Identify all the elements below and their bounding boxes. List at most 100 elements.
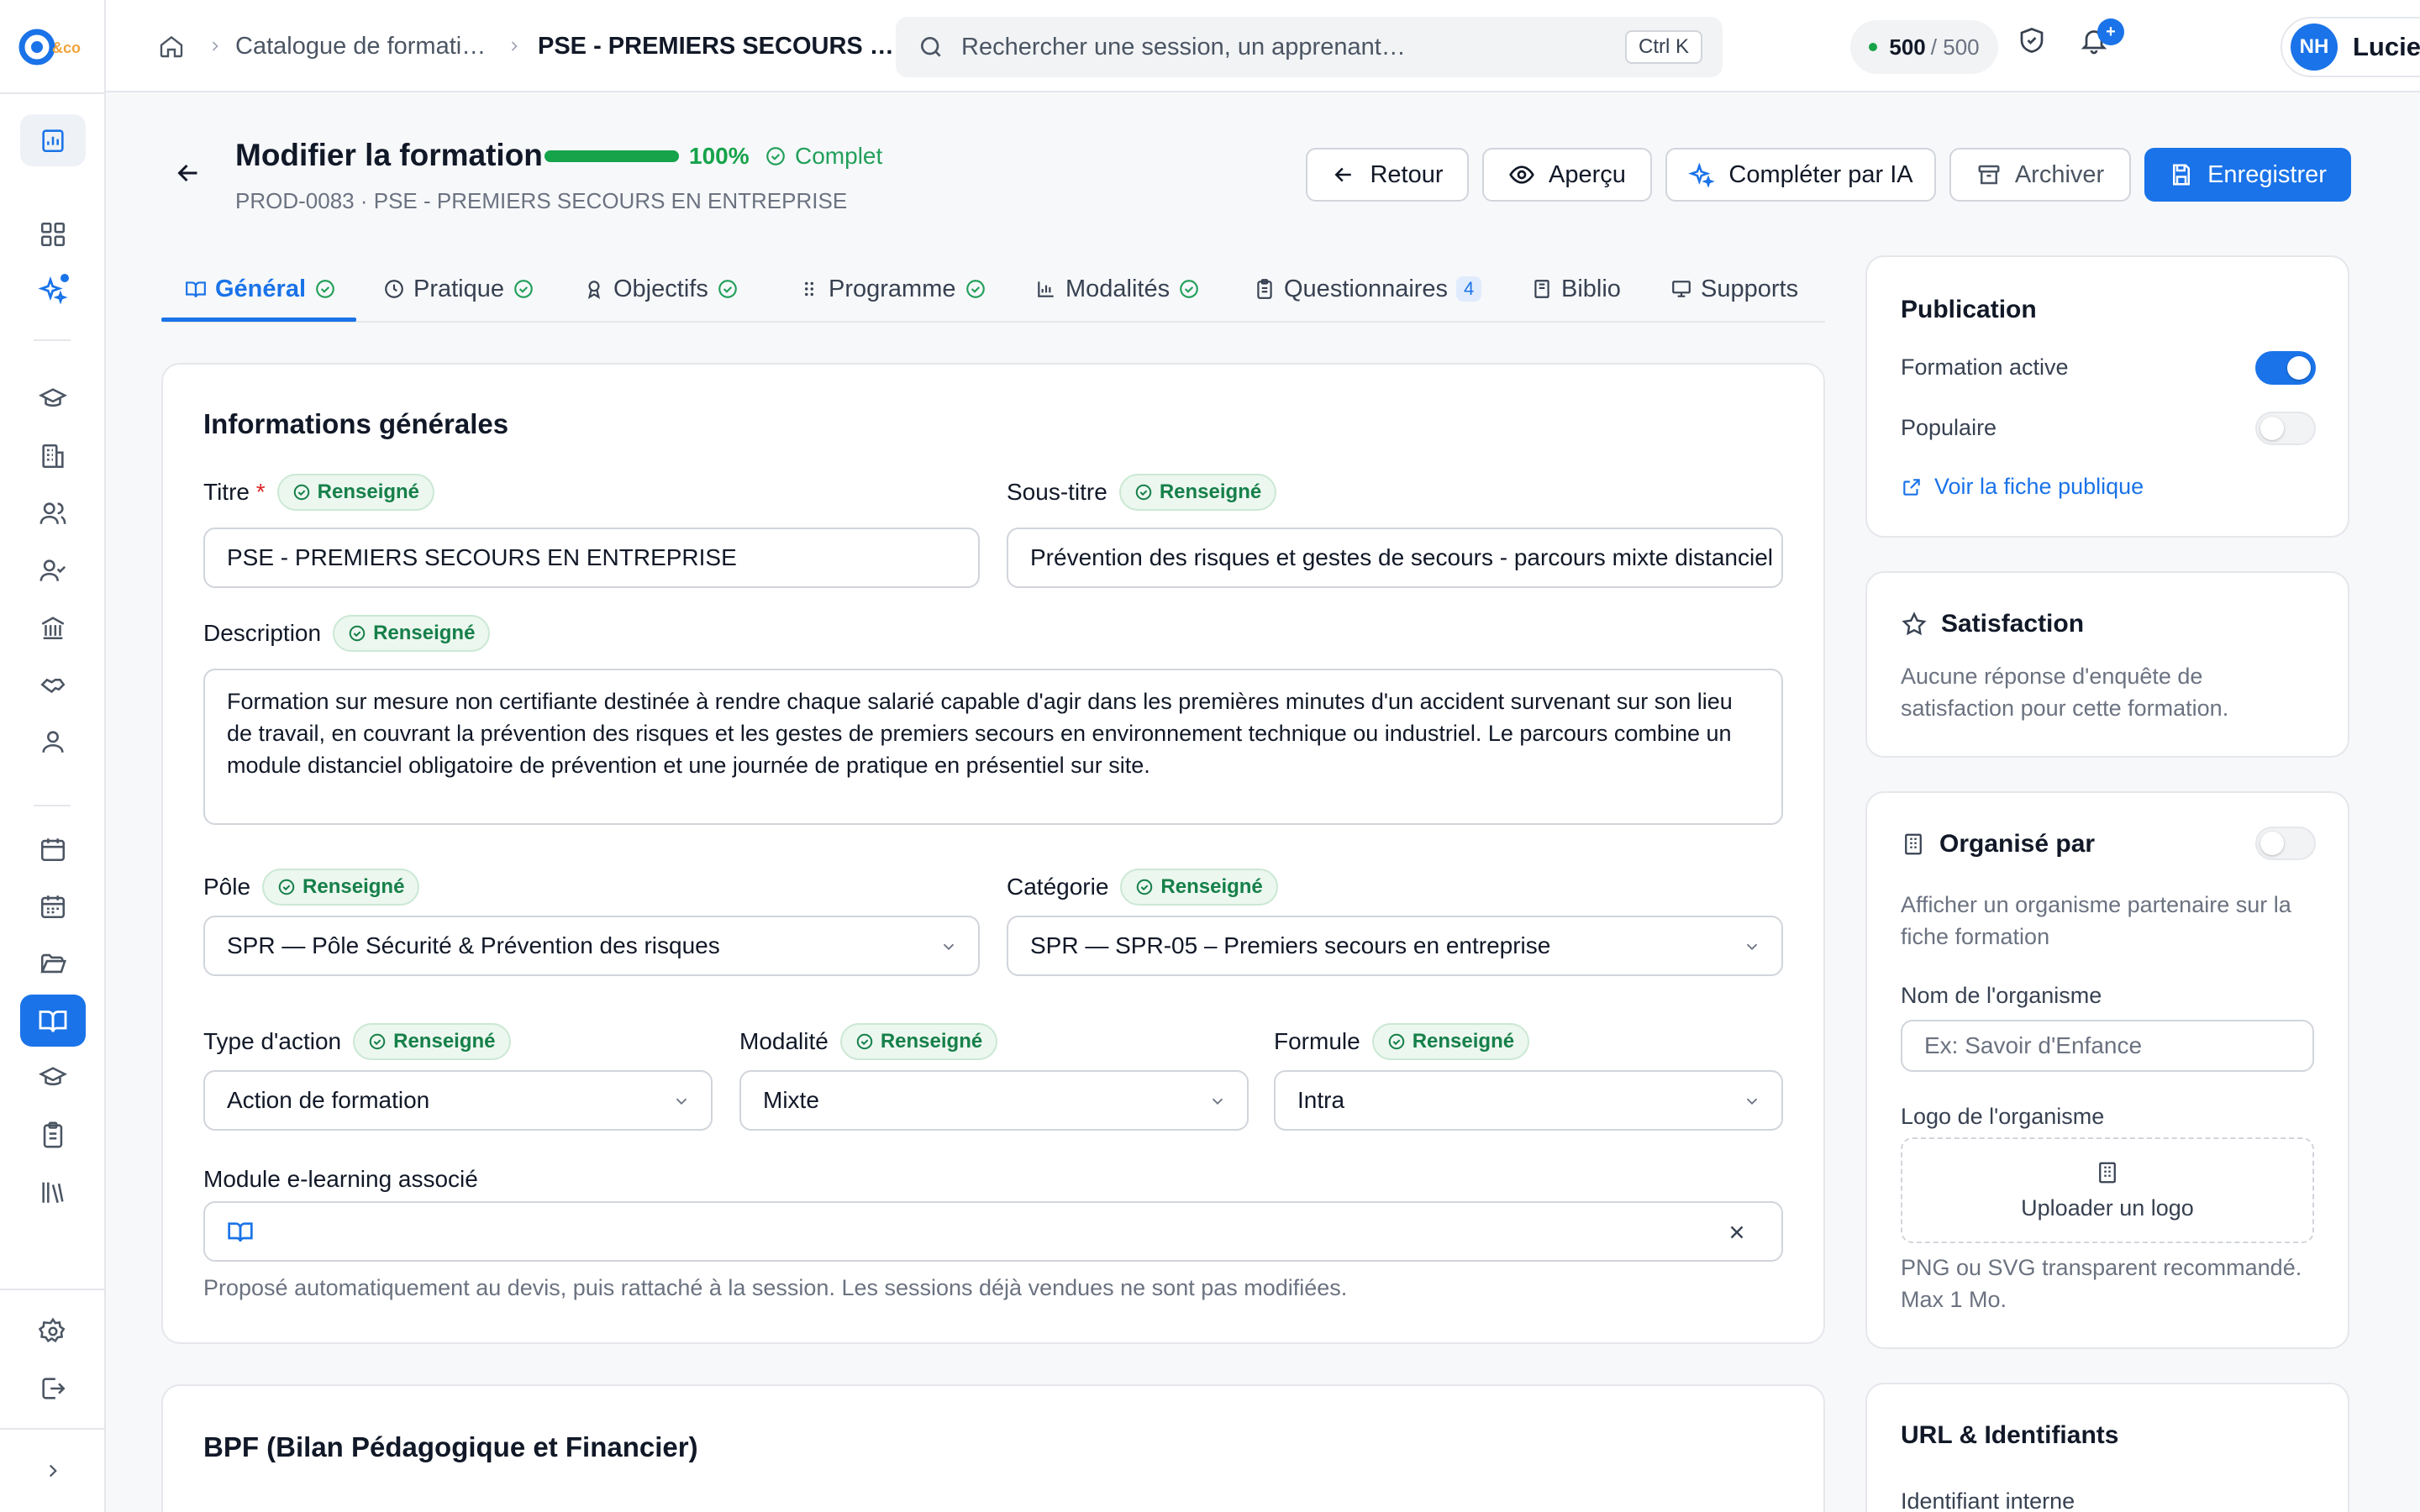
sidebar-item-planning[interactable]	[20, 823, 86, 875]
sidebar-item-settings[interactable]	[20, 1305, 86, 1357]
sidebar-item-modules[interactable]	[20, 208, 86, 260]
user-check-icon	[39, 556, 67, 585]
bpf-card: BPF (Bilan Pédagogique et Financier)	[161, 1384, 1825, 1512]
security-button[interactable]	[2017, 25, 2059, 67]
description-textarea[interactable]: Formation sur mesure non certifiante des…	[203, 669, 1783, 825]
clock-icon	[383, 278, 405, 300]
save-icon	[2169, 162, 2194, 187]
back-button[interactable]: Retour	[1306, 148, 1469, 202]
field-label: Sous-titre	[1007, 479, 1107, 505]
title-input[interactable]: PSE - PREMIERS SECOURS EN ENTREPRISE	[203, 528, 980, 588]
public-page-link-label: Voir la fiche publique	[1934, 474, 2144, 499]
sidebar-item-entreprises[interactable]	[20, 430, 86, 482]
sidebar-item-logout[interactable]	[20, 1362, 86, 1415]
chevron-down-icon	[1208, 1092, 1227, 1110]
modality-select[interactable]: Mixte	[739, 1070, 1249, 1131]
active-toggle[interactable]	[2255, 351, 2316, 385]
sidebar-item-sessions[interactable]	[20, 880, 86, 932]
sidebar-item-apprenants[interactable]	[20, 487, 86, 539]
sidebar-item-financeurs[interactable]	[20, 601, 86, 654]
action-type-select[interactable]: Action de formation	[203, 1070, 713, 1131]
pole-select-value: SPR — Pôle Sécurité & Prévention des ris…	[227, 932, 720, 958]
sidebar-item-equipe[interactable]	[20, 716, 86, 768]
elearning-select[interactable]	[203, 1201, 1783, 1262]
tab-biblio[interactable]: Biblio	[1531, 255, 1621, 323]
field-label: Pôle	[203, 874, 251, 900]
preview-button-label: Aperçu	[1549, 160, 1626, 188]
sidebar-item-formations[interactable]	[20, 373, 86, 425]
internal-id-label: Identifiant interne	[1901, 1488, 2075, 1512]
toggle-knob	[2260, 832, 2284, 855]
eye-icon	[1508, 161, 1535, 188]
check-circle-icon	[855, 1032, 874, 1051]
category-select[interactable]: SPR — SPR-05 – Premiers secours en entre…	[1007, 916, 1783, 976]
check-circle-icon	[765, 145, 786, 167]
award-icon	[583, 278, 605, 300]
pole-select[interactable]: SPR — Pôle Sécurité & Prévention des ris…	[203, 916, 980, 976]
home-button[interactable]	[158, 0, 185, 92]
search-bar[interactable]: Rechercher une session, un apprenant… Ct…	[896, 17, 1723, 77]
tab-programme[interactable]: Programme	[798, 255, 986, 323]
status-badge: Renseigné	[353, 1023, 511, 1060]
landmark-icon	[39, 613, 67, 642]
category-label: Catégorie Renseigné	[1007, 869, 1278, 906]
back-arrow-button[interactable]	[173, 158, 203, 192]
logo-hint: PNG ou SVG transparent recommandé. Max 1…	[1901, 1255, 2302, 1312]
tab-supports[interactable]: Supports	[1670, 255, 1798, 323]
formula-select[interactable]: Intra	[1274, 1070, 1783, 1131]
archive-icon	[1976, 162, 2002, 187]
breadcrumb-catalogue[interactable]: Catalogue de formati…	[235, 0, 486, 92]
save-button[interactable]: Enregistrer	[2144, 148, 2351, 202]
tab-general[interactable]: Général	[185, 255, 336, 323]
upload-label: Uploader un logo	[2021, 1194, 2194, 1221]
status-badge-label: Renseigné	[317, 480, 420, 503]
logout-icon	[39, 1374, 67, 1403]
field-label: Modalité	[739, 1028, 829, 1054]
ai-complete-button-label: Compléter par IA	[1728, 160, 1913, 188]
organised-by-toggle[interactable]	[2255, 827, 2316, 860]
clear-icon[interactable]	[1726, 1221, 1748, 1243]
notification-badge: +	[2097, 18, 2124, 45]
handshake-icon	[39, 670, 67, 699]
tab-questionnaires[interactable]: Questionnaires 4	[1254, 255, 1482, 323]
sidebar-expand-button[interactable]	[20, 1445, 86, 1497]
preview-button[interactable]: Aperçu	[1482, 148, 1652, 202]
breadcrumb-separator	[506, 0, 523, 92]
sidebar-item-certifications[interactable]	[20, 1052, 86, 1104]
tab-label: Biblio	[1561, 275, 1621, 302]
status-badge-label: Renseigné	[1159, 480, 1262, 503]
sidebar-item-questionnaires[interactable]	[20, 1109, 86, 1161]
general-info-card: Informations générales Titre * Renseigné…	[161, 363, 1825, 1344]
tab-objectifs[interactable]: Objectifs	[583, 255, 739, 323]
sidebar-item-bibliotheque[interactable]	[20, 1166, 86, 1218]
calendar-icon	[39, 835, 67, 864]
sidebar-item-formateurs[interactable]	[20, 544, 86, 596]
sidebar-item-dashboard[interactable]	[20, 114, 86, 166]
check-circle-icon	[348, 624, 366, 643]
sidebar-item-documents[interactable]	[20, 937, 86, 990]
avatar: NH	[2291, 24, 2338, 71]
logo-upload-zone[interactable]: Uploader un logo	[1901, 1137, 2314, 1243]
app-logo[interactable]: &co	[18, 25, 86, 69]
elearning-label: Module e-learning associé	[203, 1166, 478, 1193]
subtitle-input[interactable]: Prévention des risques et gestes de seco…	[1007, 528, 1783, 588]
calendar-days-icon	[39, 892, 67, 921]
popular-toggle[interactable]	[2255, 412, 2316, 445]
sidebar-item-catalogue[interactable]	[20, 995, 86, 1047]
sidebar-item-ai[interactable]	[20, 264, 86, 316]
archive-button[interactable]: Archiver	[1949, 148, 2131, 202]
public-page-link[interactable]: Voir la fiche publique	[1901, 474, 2144, 500]
organisation-name-input[interactable]: Ex: Savoir d'Enfance	[1901, 1020, 2314, 1072]
ai-complete-button[interactable]: Compléter par IA	[1665, 148, 1936, 202]
status-badge-label: Renseigné	[302, 875, 405, 898]
category-select-value: SPR — SPR-05 – Premiers secours en entre…	[1030, 932, 1551, 958]
tab-count-badge: 4	[1456, 276, 1482, 302]
tab-pratique[interactable]: Pratique	[383, 255, 534, 323]
user-menu[interactable]: NH Lucie	[2281, 17, 2420, 77]
gear-icon	[39, 1317, 67, 1346]
sidebar-divider	[0, 1289, 106, 1290]
clipboard-icon	[39, 1121, 67, 1149]
sidebar-item-partenaires[interactable]	[20, 659, 86, 711]
tab-modalites[interactable]: Modalités	[1035, 255, 1200, 323]
page-subtitle: PROD-0083 · PSE - PREMIERS SECOURS EN EN…	[235, 188, 848, 213]
